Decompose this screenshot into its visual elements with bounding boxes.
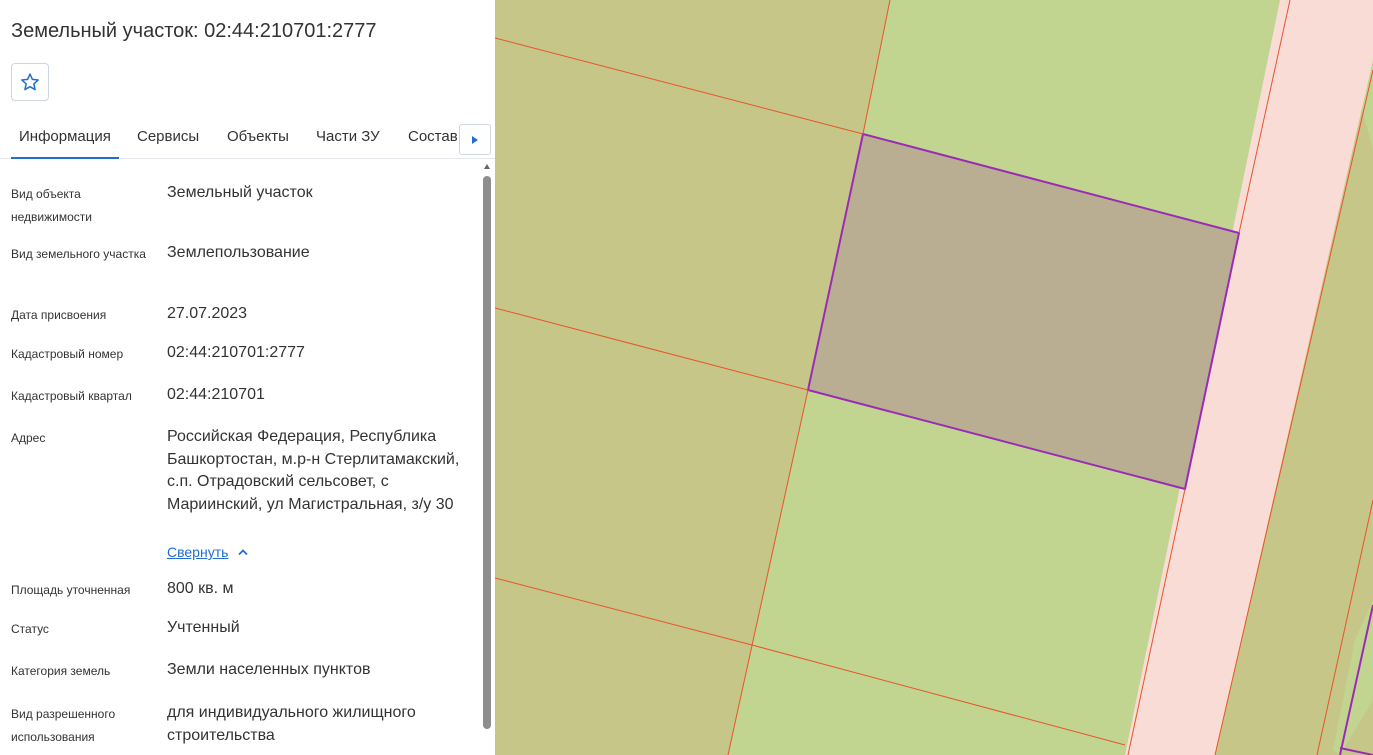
field-value-parcel-type: Землепользование (167, 244, 310, 261)
field-label-permitted-use: Вид разрешенного использования (11, 707, 116, 744)
field-value-assignment-date: 27.07.2023 (167, 305, 248, 322)
field-label-cadastral-number: Кадастровый номер (11, 347, 124, 361)
field-label-address: Адрес (11, 431, 46, 445)
info-panel: Земельный участок: 02:44:210701:2777 Инф… (0, 0, 495, 755)
field-label-cadastral-quarter: Кадастровый квартал (11, 389, 132, 403)
field-list: Вид объекта недвижимости Земельный участ… (0, 0, 480, 755)
field-label-status: Статус (11, 622, 49, 636)
field-value-area: 800 кв. м (167, 580, 234, 597)
field-label-area: Площадь уточненная (11, 583, 131, 597)
field-value-address: Российская Федерация, Республика Башкорт… (167, 428, 460, 513)
field-label-object-type: Вид объекта недвижимости (11, 187, 92, 224)
field-value-cadastral-quarter: 02:44:210701 (167, 386, 265, 403)
chevron-up-icon (238, 549, 249, 556)
scroll-up-arrow-icon[interactable] (481, 161, 493, 171)
vertical-scrollbar-thumb[interactable] (483, 176, 491, 729)
field-value-permitted-use: для индивидуального жилищного строительс… (167, 704, 416, 744)
field-value-object-type: Земельный участок (167, 184, 313, 201)
field-value-status: Учтенный (167, 619, 240, 636)
field-label-parcel-type: Вид земельного участка (11, 247, 146, 261)
field-value-land-category: Земли населенных пунктов (167, 661, 371, 678)
map-view[interactable] (495, 0, 1373, 755)
field-label-land-category: Категория земель (11, 664, 111, 678)
field-value-cadastral-number: 02:44:210701:2777 (167, 344, 305, 361)
collapse-address-link[interactable]: Свернуть (167, 541, 249, 563)
collapse-label: Свернуть (167, 544, 229, 560)
field-label-assignment-date: Дата присвоения (11, 308, 107, 322)
map-canvas[interactable] (495, 0, 1373, 755)
